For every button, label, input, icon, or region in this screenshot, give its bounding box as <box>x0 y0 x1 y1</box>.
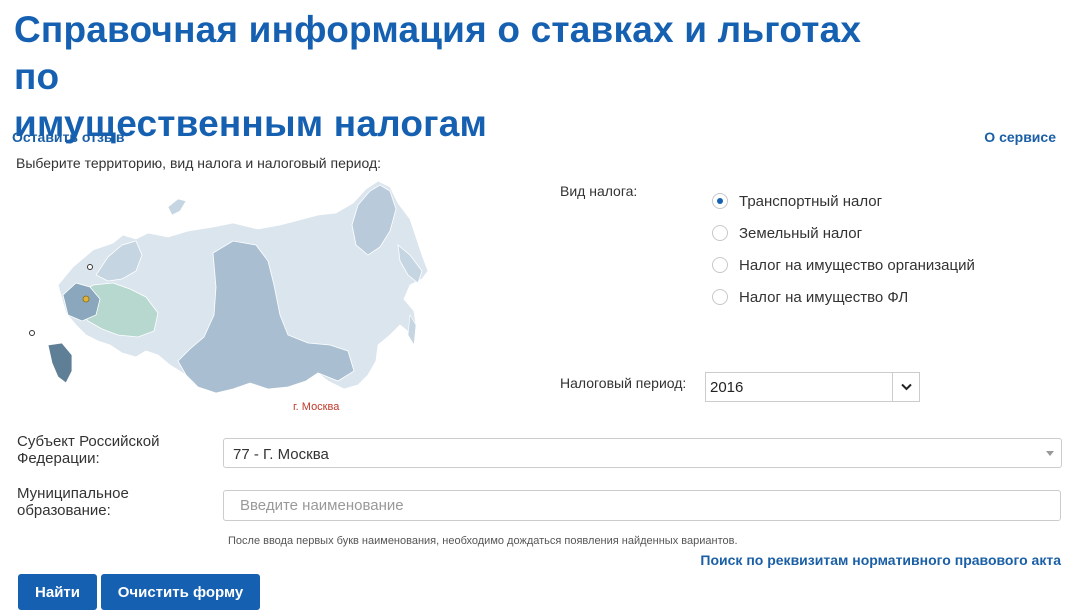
find-button[interactable]: Найти <box>18 574 97 610</box>
radio-button[interactable] <box>712 289 728 305</box>
subject-select[interactable]: 77 - Г. Москва <box>223 438 1062 468</box>
radio-button[interactable] <box>712 257 728 273</box>
map-caption: г. Москва <box>293 401 340 413</box>
map-region-novaya-zemlya[interactable] <box>167 198 187 216</box>
clear-form-button[interactable]: Очистить форму <box>101 574 260 610</box>
subject-label-line-2: Федерации: <box>17 450 100 467</box>
russia-regions-map[interactable] <box>18 175 438 415</box>
tax-period-value: 2016 <box>710 379 744 396</box>
page-title-line-2: имущественным налогам <box>14 103 488 144</box>
feedback-link[interactable]: Оставить отзыв <box>12 129 124 145</box>
chevron-down-icon[interactable] <box>892 373 919 401</box>
tax-type-radio-group: Транспортный налог Земельный налог Налог… <box>712 185 975 313</box>
radio-label: Налог на имущество организаций <box>739 256 975 274</box>
radio-button[interactable] <box>712 193 728 209</box>
tax-type-option-land[interactable]: Земельный налог <box>712 217 975 249</box>
map-marker-crimea[interactable] <box>29 330 35 336</box>
subject-select-value: 77 - Г. Москва <box>233 446 329 463</box>
requisites-search-link[interactable]: Поиск по реквизитам нормативного правово… <box>700 552 1061 568</box>
municipal-input[interactable] <box>223 490 1061 521</box>
map-marker-kaliningrad[interactable] <box>87 264 93 270</box>
subject-label: Субъект Российской Федерации: <box>17 433 159 467</box>
map-region-south[interactable] <box>47 342 73 384</box>
tax-type-label: Вид налога: <box>560 183 638 199</box>
municipal-hint: После ввода первых букв наименования, не… <box>228 535 738 547</box>
tax-type-option-organization-property[interactable]: Налог на имущество организаций <box>712 249 975 281</box>
tax-period-select[interactable]: 2016 <box>705 372 920 402</box>
municipal-label-line-1: Муниципальное <box>17 485 129 502</box>
tax-type-option-personal-property[interactable]: Налог на имущество ФЛ <box>712 281 975 313</box>
tax-type-option-transport[interactable]: Транспортный налог <box>712 185 975 217</box>
instruction-text: Выберите территорию, вид налога и налого… <box>16 155 382 171</box>
radio-label: Налог на имущество ФЛ <box>739 288 909 306</box>
radio-label: Земельный налог <box>739 224 863 242</box>
radio-label: Транспортный налог <box>739 192 883 210</box>
caret-down-icon <box>1046 451 1054 456</box>
map-marker-moscow[interactable] <box>82 295 90 303</box>
tax-period-label: Налоговый период: <box>560 375 687 391</box>
radio-button[interactable] <box>712 225 728 241</box>
municipal-label: Муниципальное образование: <box>17 485 129 519</box>
page-title: Справочная информация о ставках и льгота… <box>14 6 914 147</box>
page-title-line-1: Справочная информация о ставках и льгота… <box>14 9 862 97</box>
about-service-link[interactable]: О сервисе <box>984 129 1056 145</box>
municipal-label-line-2: образование: <box>17 502 111 519</box>
subject-label-line-1: Субъект Российской <box>17 433 160 450</box>
